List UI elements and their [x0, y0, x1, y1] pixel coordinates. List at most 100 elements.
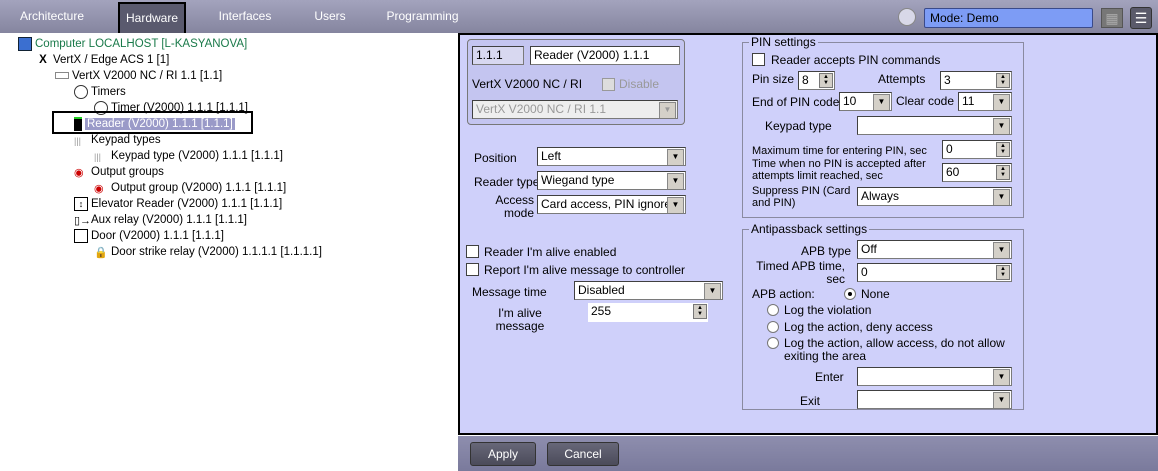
enter-select[interactable] — [857, 367, 1012, 386]
suppress-pin-select[interactable]: Always — [857, 187, 1012, 206]
keypad-icon: ||| — [74, 135, 82, 146]
max-time-label: Maximum time for entering PIN, sec — [752, 145, 927, 157]
tab-hardware[interactable]: Hardware — [118, 2, 186, 33]
attempts-label: Attempts — [878, 72, 926, 86]
apb-action-label: APB action: — [752, 287, 815, 301]
elevator-icon: ↕ — [74, 196, 88, 211]
lockout-time-input[interactable]: 60 ▲ ▼ — [942, 163, 1012, 182]
apb-deny-radio[interactable] — [767, 321, 779, 333]
computer-icon — [18, 36, 32, 51]
tree-node-keypad-type[interactable]: ||| Keypad type (V2000) 1.1.1 [1.1.1] — [94, 148, 283, 164]
menu-icon[interactable]: ☰ — [1130, 7, 1152, 29]
apb-log-violation-label: Log the violation — [784, 303, 872, 317]
apb-type-label: APB type — [801, 244, 852, 258]
max-time-input[interactable]: 0 ▲ ▼ — [942, 140, 1012, 159]
tree-node-door-strike-relay[interactable]: 🔒 Door strike relay (V2000) 1.1.1.1 [1.1.… — [94, 244, 322, 260]
apb-allow-label: Log the action, allow access, do not all… — [784, 336, 1005, 363]
spinner-icon[interactable]: ▲ ▼ — [996, 165, 1010, 180]
tab-programming[interactable]: Programming — [385, 2, 460, 33]
bottom-action-bar: Apply Cancel — [458, 436, 1158, 471]
reader-type-select[interactable]: Wiegand type — [537, 171, 686, 190]
apply-button[interactable]: Apply — [470, 442, 536, 466]
lockout-time-label: Time when no PIN is accepted after attem… — [752, 158, 926, 182]
disable-label: Disable — [619, 77, 660, 91]
keypad-type-select[interactable] — [857, 116, 1012, 135]
access-mode-select[interactable]: Card access, PIN ignored — [537, 195, 686, 214]
tab-users[interactable]: Users — [305, 2, 355, 33]
position-select[interactable]: Left — [537, 147, 686, 166]
spinner-icon[interactable]: ▲ ▼ — [996, 73, 1010, 88]
tree-node-reader[interactable]: Reader (V2000) 1.1.1 [1.1.1] — [74, 116, 235, 132]
hardware-tree: Computer LOCALHOST [L-KASYANOVA] X VertX … — [0, 33, 456, 471]
position-label: Position — [474, 151, 517, 165]
output-icon: ◉ — [94, 182, 104, 195]
apb-log-violation-radio[interactable] — [767, 304, 779, 316]
report-alive-checkbox[interactable] — [466, 263, 479, 276]
pin-size-label: Pin size — [752, 72, 795, 86]
apb-none-radio[interactable] — [844, 288, 856, 300]
timed-apb-input[interactable]: 0 ▲ ▼ — [857, 263, 1012, 282]
enter-label: Enter — [815, 370, 844, 384]
door-icon — [74, 228, 88, 243]
accepts-pin-checkbox[interactable] — [752, 53, 765, 66]
tree-node-door[interactable]: Door (V2000) 1.1.1 [1.1.1] — [74, 228, 224, 244]
properties-panel: 1.1.1 Reader (V2000) 1.1.1 VertX V2000 N… — [458, 33, 1158, 435]
output-icon: ◉ — [74, 166, 84, 179]
object-id-field: 1.1.1 — [472, 46, 524, 65]
parent-label: VertX V2000 NC / RI — [472, 77, 583, 91]
apb-type-select[interactable]: Off — [857, 240, 1012, 259]
layout-grid-icon[interactable]: ▦ — [1101, 8, 1123, 28]
clear-code-select[interactable]: 11 — [958, 92, 1012, 111]
object-name-input[interactable]: Reader (V2000) 1.1.1 — [530, 46, 680, 65]
keypad-type-label: Keypad type — [765, 119, 832, 133]
tree-node-vertx-edge[interactable]: X VertX / Edge ACS 1 [1] — [36, 52, 169, 68]
settings-hex-icon[interactable] — [898, 8, 916, 26]
alive-message-label: I'm alive message — [495, 306, 545, 333]
lock-icon: 🔒 — [94, 246, 108, 259]
accepts-pin-label: Reader accepts PIN commands — [771, 53, 941, 67]
access-mode-label: Access mode — [495, 193, 534, 220]
pin-settings-group: PIN settings Reader accepts PIN commands… — [742, 35, 1024, 218]
tab-architecture[interactable]: Architecture — [8, 2, 96, 33]
reader-alive-enabled-checkbox[interactable] — [466, 245, 479, 258]
tree-node-timers[interactable]: Timers — [74, 84, 126, 100]
keypad-icon: ||| — [94, 151, 102, 162]
apb-allow-radio[interactable] — [767, 337, 779, 349]
reader-icon — [74, 116, 82, 131]
timer-icon — [74, 84, 88, 99]
message-time-select[interactable]: Disabled — [574, 281, 723, 300]
end-of-pin-select[interactable]: 10 — [839, 92, 892, 111]
tree-node-output-group[interactable]: ◉ Output group (V2000) 1.1.1 [1.1.1] — [94, 180, 286, 196]
tree-node-aux-relay[interactable]: ▯→Aux relay (V2000) 1.1.1 [1.1.1] — [74, 212, 247, 228]
spinner-icon[interactable]: ▲ ▼ — [996, 142, 1010, 157]
end-of-pin-label: End of PIN code — [752, 95, 840, 109]
attempts-input[interactable]: 3 ▲ ▼ — [940, 71, 1012, 90]
exit-select[interactable] — [857, 390, 1012, 409]
tree-node-elevator-reader[interactable]: ↕ Elevator Reader (V2000) 1.1.1 [1.1.1] — [74, 196, 282, 212]
timed-apb-label: Timed APB time, sec — [756, 259, 845, 286]
cancel-button[interactable]: Cancel — [547, 442, 619, 466]
spinner-icon[interactable]: ▲ ▼ — [996, 265, 1010, 280]
top-navigation-bar: Architecture Hardware Interfaces Users P… — [0, 0, 1158, 33]
tree-node-controller[interactable]: VertX V2000 NC / RI 1.1 [1.1] — [55, 68, 222, 84]
object-header-box: 1.1.1 Reader (V2000) 1.1.1 VertX V2000 N… — [467, 39, 685, 125]
controller-icon — [55, 72, 69, 80]
apb-none-label: None — [861, 287, 890, 301]
mode-indicator[interactable]: Mode: Demo — [924, 8, 1093, 28]
tree-node-output-groups[interactable]: ◉ Output groups — [74, 164, 164, 180]
tree-node-keypad-types[interactable]: ||| Keypad types — [74, 132, 161, 148]
suppress-pin-label: Suppress PIN (Card and PIN) — [752, 185, 851, 209]
parent-select[interactable]: VertX V2000 NC / RI 1.1 — [472, 100, 678, 119]
pin-size-input[interactable]: 8 ▲ ▼ — [798, 71, 835, 90]
tree-node-computer[interactable]: Computer LOCALHOST [L-KASYANOVA] — [18, 36, 247, 52]
apb-deny-label: Log the action, deny access — [784, 320, 933, 334]
reader-type-label: Reader type — [474, 175, 540, 189]
disable-checkbox[interactable] — [602, 78, 615, 91]
alive-message-input[interactable]: 255 ▲ ▼ — [588, 303, 708, 322]
tab-interfaces[interactable]: Interfaces — [210, 2, 280, 33]
reader-alive-enabled-label: Reader I'm alive enabled — [484, 245, 617, 259]
message-time-label: Message time — [472, 285, 547, 299]
spinner-icon[interactable]: ▲ ▼ — [819, 73, 833, 88]
spinner-icon[interactable]: ▲ ▼ — [693, 304, 707, 319]
exit-label: Exit — [800, 394, 821, 408]
